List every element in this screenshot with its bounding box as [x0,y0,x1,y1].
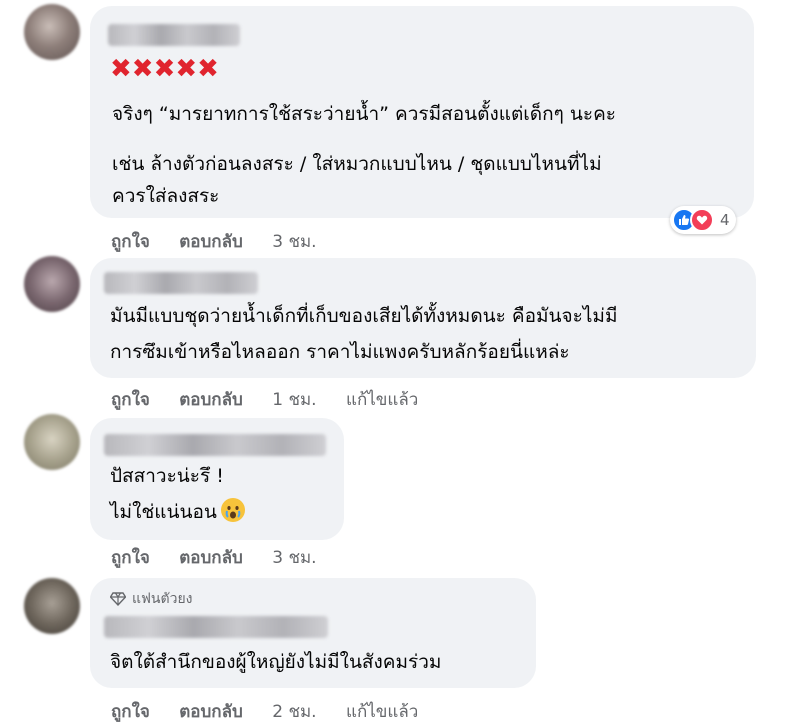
reply-button[interactable]: ตอบกลับ [179,548,243,568]
like-button[interactable]: ถูกใจ [111,390,150,410]
reaction-count: 4 [720,211,730,229]
comment-actions: ถูกใจ ตอบกลับ 2 ชม. แก้ไขแล้ว [111,698,442,725]
love-reaction-icon [690,208,714,232]
reply-button[interactable]: ตอบกลับ [179,232,243,252]
comment-actions: ถูกใจ ตอบกลับ 3 ชม. [111,544,341,571]
comment-bubble: ✖✖✖✖✖ จริงๆ “มารยาทการใช้สระว่ายน้ำ” ควร… [90,6,754,218]
comment-timestamp[interactable]: 2 ชม. [272,702,316,722]
comment-text-line: การซึมเข้าหรือไหลออก ราคาไม่แพงครับหลักร… [110,341,570,363]
comment-text-span: ไม่ใช่แน่นอน [110,501,217,523]
comment-text-line: ไม่ใช่แน่นอน [110,494,245,530]
comment-text-line: มันมีแบบชุดว่ายน้ำเด็กที่เก็บของเสียได้ท… [110,305,618,327]
commenter-name-redacted[interactable] [104,272,258,294]
comment-bubble: แฟนตัวยง จิตใต้สำนึกของผู้ใหญ่ยังไม่มีใน… [90,578,536,688]
commenter-name-redacted[interactable] [108,24,240,46]
commenter-name-redacted[interactable] [104,616,328,638]
comment-timestamp[interactable]: 3 ชม. [272,548,316,568]
edited-label: แก้ไขแล้ว [346,390,419,410]
reaction-summary[interactable]: 4 [670,206,736,234]
comment-bubble: มันมีแบบชุดว่ายน้ำเด็กที่เก็บของเสียได้ท… [90,258,756,378]
like-button[interactable]: ถูกใจ [111,702,150,722]
comment-text-line: จิตใต้สำนึกของผู้ใหญ่ยังไม่มีในสังคมร่วม [110,651,442,673]
crying-face-emoji-icon [220,498,245,522]
comment-bubble: ปัสสาวะน่ะรึ ! ไม่ใช่แน่นอน [90,418,344,540]
comment-text-line: เช่น ล้างตัวก่อนลงสระ / ใส่หมวกแบบไหน / … [112,153,602,175]
top-fan-label: แฟนตัวยง [132,591,193,607]
reply-button[interactable]: ตอบกลับ [179,390,243,410]
reply-button[interactable]: ตอบกลับ [179,702,243,722]
commenter-avatar[interactable] [24,4,80,60]
commenter-avatar[interactable] [24,256,80,312]
top-fan-badge: แฟนตัวยง [110,588,193,610]
edited-label: แก้ไขแล้ว [346,702,419,722]
red-x-marks: ✖✖✖✖✖ [110,54,219,84]
comment-text-line: ควรใส่ลงสระ [112,185,220,207]
comment-text-line: ปัสสาวะน่ะรึ ! [110,465,224,487]
comment-actions: ถูกใจ ตอบกลับ 3 ชม. [111,228,341,255]
like-button[interactable]: ถูกใจ [111,548,150,568]
comment-timestamp[interactable]: 1 ชม. [272,390,316,410]
like-button[interactable]: ถูกใจ [111,232,150,252]
commenter-avatar[interactable] [24,414,80,470]
commenter-avatar[interactable] [24,578,80,634]
comment-timestamp[interactable]: 3 ชม. [272,232,316,252]
comment-text-line: จริงๆ “มารยาทการใช้สระว่ายน้ำ” ควรมีสอนต… [112,103,616,125]
comment-actions: ถูกใจ ตอบกลับ 1 ชม. แก้ไขแล้ว [111,386,442,413]
commenter-name-redacted[interactable] [104,434,326,456]
diamond-icon [110,592,126,606]
